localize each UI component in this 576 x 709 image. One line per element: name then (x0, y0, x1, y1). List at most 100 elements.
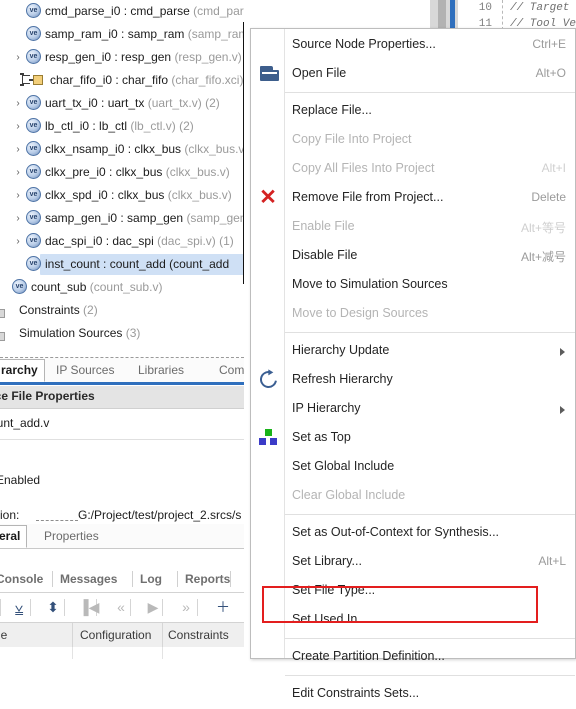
tree-row[interactable]: › clkx_nsamp_i0 : clkx_bus (clkx_bus.v) (0, 138, 244, 161)
tree-row-label: count_sub (count_sub.v) (31, 276, 162, 299)
source-file-context-menu[interactable]: Source Node Properties... Ctrl+E Open File… (250, 28, 576, 700)
menu-item-refresh-hierarchy[interactable]: Refresh Hierarchy (252, 366, 575, 395)
expand-arrow-icon[interactable]: › (12, 46, 24, 69)
tree-row[interactable]: inst_count : count_add (count_add (0, 253, 244, 276)
results-grid-body (0, 647, 244, 659)
editor-line-gutter: 10 11 (458, 0, 496, 30)
add-icon[interactable]: ＋ (212, 597, 234, 618)
menu-item-replace-file[interactable]: Replace File... (252, 97, 575, 126)
verilog-module-glyph (26, 3, 41, 18)
tree-row-label: clkx_pre_i0 : clkx_bus (clkx_bus.v) (45, 161, 230, 184)
tree-row[interactable]: › samp_gen_i0 : samp_gen (samp_gen.v) (0, 207, 244, 230)
menu-item-label: Set Library... (292, 554, 362, 568)
tab-console-2[interactable]: Log (140, 570, 162, 588)
menu-item-ip-hierarchy[interactable]: IP Hierarchy (252, 395, 575, 424)
tree-node-file: (lb_ctl.v) (130, 119, 176, 133)
tree-row-label: clkx_spd_i0 : clkx_bus (clkx_bus.v) (45, 184, 232, 207)
grid-column-header[interactable]: ne (0, 627, 7, 643)
tree-row[interactable]: samp_ram_i0 : samp_ram (samp_ram.v) (0, 23, 244, 46)
grid-column-header[interactable]: Constraints (168, 627, 229, 643)
tree-row[interactable]: cmd_parse_i0 : cmd_parse (cmd_parse.v) (0, 0, 244, 23)
menu-item-hierarchy-update[interactable]: Hierarchy Update (252, 337, 575, 366)
grid-column-separator (162, 623, 163, 647)
menu-item-create-partition-definition[interactable]: Create Partition Definition... (252, 643, 575, 672)
menu-item-shortcut: Alt+I (541, 161, 566, 175)
tree-row-label: Constraints (2) (19, 299, 98, 322)
menu-item-label: Copy All Files Into Project (292, 161, 435, 175)
tab-console-0[interactable]: Console (0, 570, 43, 588)
console-toolbar[interactable]: ⩣ ⬍ ▐◀ « ▶ » ＋ (0, 593, 244, 623)
expand-arrow-icon[interactable]: › (12, 230, 24, 253)
grid-column-header[interactable]: Configuration (80, 627, 151, 643)
tree-row-label: char_fifo_i0 : char_fifo (char_fifo.xci) (50, 69, 243, 92)
menu-item-set-as-top[interactable]: Set as Top (252, 424, 575, 453)
expand-collapse-icon[interactable]: ⬍ (42, 597, 64, 618)
tree-row[interactable]: Simulation Sources (3) (0, 322, 244, 345)
tree-node-file: (clkx_bus.v) (167, 188, 232, 202)
toolbar-separator (0, 599, 1, 616)
menu-item-remove-file-from-project[interactable]: ✕ Remove File from Project... Delete (252, 184, 575, 213)
tree-row[interactable]: › dac_spi_i0 : dac_spi (dac_spi.v) (1) (0, 230, 244, 253)
console-tab-bar[interactable]: Console Messages Log Reports (0, 566, 244, 593)
tab-console-3[interactable]: Reports (185, 570, 230, 588)
menu-item-open-file[interactable]: Open File Alt+O (252, 60, 575, 89)
tree-node-file: (3) (125, 326, 141, 340)
menu-item-set-as-out-of-context-for-synthesis[interactable]: Set as Out-of-Context for Synthesis... (252, 519, 575, 548)
tree-node-name: resp_gen_i0 : resp_gen (45, 50, 172, 64)
expand-arrow-icon[interactable]: › (12, 115, 24, 138)
collapse-all-icon[interactable]: ⩣ (8, 597, 30, 618)
tree-node-file: (samp_ram.v) (187, 27, 244, 41)
editor-code-line: // Target . (510, 2, 576, 14)
tree-node-count: (1) (219, 234, 234, 248)
tree-row[interactable]: › uart_tx_i0 : uart_tx (uart_tx.v) (2) (0, 92, 244, 115)
menu-item-set-file-type[interactable]: Set File Type... (252, 577, 575, 606)
tree-row-label: resp_gen_i0 : resp_gen (resp_gen.v) (45, 46, 242, 69)
folder-part (0, 332, 5, 341)
tree-row[interactable]: char_fifo_i0 : char_fifo (char_fifo.xci) (0, 69, 244, 92)
expand-arrow-icon[interactable]: › (12, 161, 24, 184)
menu-item-move-to-simulation-sources[interactable]: Move to Simulation Sources (252, 271, 575, 300)
menu-item-disable-file[interactable]: Disable File Alt+减号 (252, 242, 575, 271)
properties-tab-bar[interactable]: eral Properties (0, 524, 244, 549)
tab-properties-0[interactable]: eral (0, 525, 28, 548)
tab-sources-2[interactable]: Libraries (132, 360, 190, 380)
editor-scrollbar-thumb[interactable] (438, 0, 446, 30)
menu-item-shortcut: Alt+等号 (520, 221, 566, 235)
menu-item-set-used-in[interactable]: Set Used In... (252, 606, 575, 635)
tree-row[interactable]: › clkx_pre_i0 : clkx_bus (clkx_bus.v) (0, 161, 244, 184)
source-file-properties-header: rce File Properties (0, 386, 244, 409)
menu-item-set-library[interactable]: Set Library... Alt+L (252, 548, 575, 577)
tree-row[interactable]: count_sub (count_sub.v) (0, 276, 244, 299)
tab-console-label: Reports (185, 572, 231, 586)
verilog-module-icon (26, 187, 42, 203)
location-leader-dots (36, 520, 78, 521)
editor-code-area[interactable]: // Target .// Tool Ve (510, 0, 576, 30)
tab-console-1[interactable]: Messages (60, 570, 117, 588)
panel-gap (0, 549, 244, 566)
expand-arrow-icon[interactable]: › (12, 207, 24, 230)
menu-item-label: Clear Global Include (292, 488, 406, 502)
sources-tab-bar[interactable]: rarchy IP Sources Libraries Comp (0, 358, 244, 383)
tree-row[interactable]: › clkx_spd_i0 : clkx_bus (clkx_bus.v) (0, 184, 244, 207)
tab-sources-1[interactable]: IP Sources (50, 360, 120, 380)
tree-row[interactable]: › lb_ctl_i0 : lb_ctl (lb_ctl.v) (2) (0, 115, 244, 138)
menu-item-label: IP Hierarchy (292, 401, 361, 415)
tree-node-file: (resp_gen.v) (174, 50, 242, 64)
tab-sources-0[interactable]: rarchy (0, 359, 45, 382)
tree-row[interactable]: › resp_gen_i0 : resp_gen (resp_gen.v) (0, 46, 244, 69)
editor-scrollbar[interactable] (430, 0, 458, 30)
verilog-module-glyph (26, 233, 41, 248)
tab-properties-1[interactable]: Properties (38, 526, 105, 546)
menu-item-label: Replace File... (292, 103, 372, 117)
expand-arrow-icon[interactable]: › (12, 184, 24, 207)
hierarchy-tree[interactable]: cmd_parse_i0 : cmd_parse (cmd_parse.v)sa… (0, 0, 244, 348)
expand-arrow-icon[interactable]: › (12, 92, 24, 115)
menu-item-edit-constraints-sets[interactable]: Edit Constraints Sets... (252, 680, 575, 709)
first-icon: ▐◀ (78, 599, 100, 615)
tree-row[interactable]: Constraints (2) (0, 299, 244, 322)
menu-item-set-global-include[interactable]: Set Global Include (252, 453, 575, 482)
expand-arrow-icon[interactable]: › (12, 138, 24, 161)
folder-part (262, 72, 277, 74)
menu-item-source-node-properties[interactable]: Source Node Properties... Ctrl+E (252, 31, 575, 60)
tab-sources-3[interactable]: Comp (213, 360, 244, 380)
